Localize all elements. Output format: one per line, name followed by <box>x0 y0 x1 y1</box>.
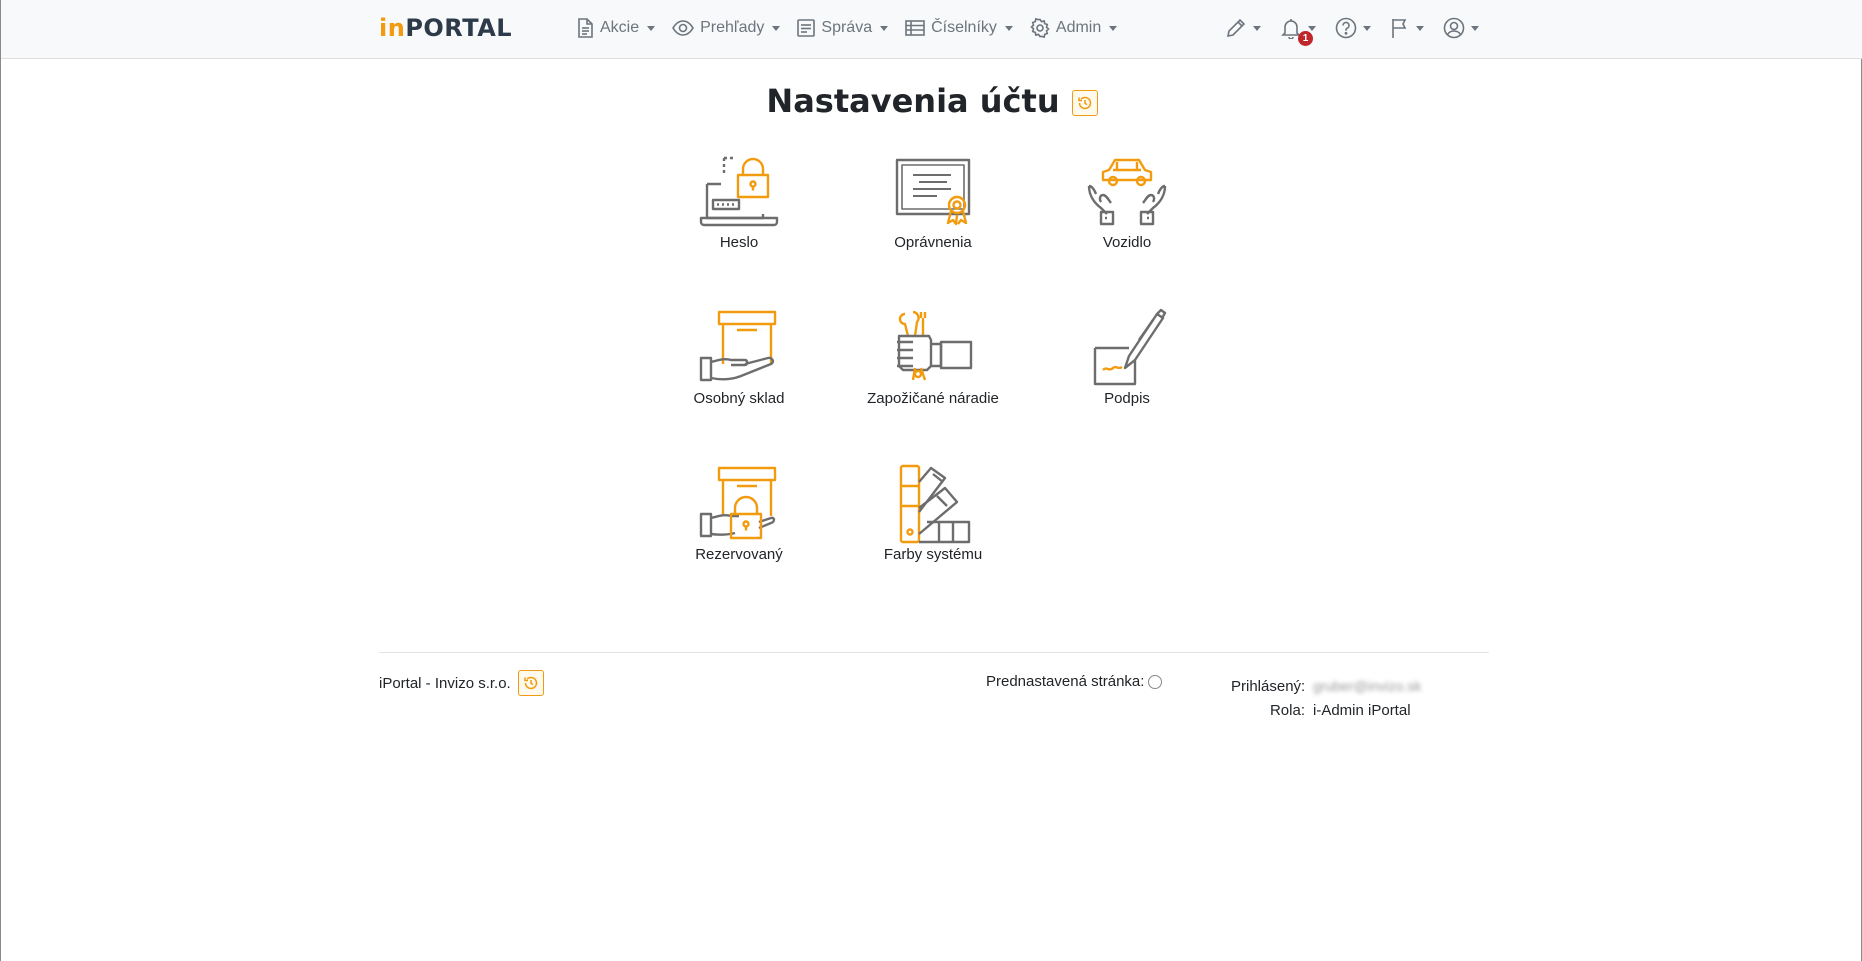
brand-suffix: PORTAL <box>405 14 513 42</box>
menu-prehlady-label: Prehľady <box>700 19 765 36</box>
history-button[interactable] <box>1071 90 1098 116</box>
default-page-radio[interactable] <box>1148 674 1163 689</box>
menu-admin-label: Admin <box>1055 19 1102 36</box>
tile-osobny-sklad[interactable]: Osobný sklad <box>642 306 836 462</box>
chevron-down-icon <box>1253 25 1261 31</box>
notifications-menu[interactable]: 1 <box>1280 14 1316 46</box>
role-value: i-Admin iPortal <box>1313 701 1411 719</box>
tile-farby-systemu-label: Farby systému <box>883 546 983 563</box>
notification-badge: 1 <box>1298 31 1313 46</box>
logged-user-value: gruber@invizo.sk <box>1313 678 1422 694</box>
list-document-icon <box>797 19 816 37</box>
default-page-setting: Prednastavená stránka: <box>986 673 1163 690</box>
tile-podpis-label: Podpis <box>1104 390 1150 407</box>
chevron-down-icon <box>1308 25 1316 31</box>
user-menu[interactable] <box>1443 14 1479 42</box>
footer-history-button[interactable] <box>517 670 544 696</box>
car-hands-icon <box>1087 158 1167 226</box>
chevron-down-icon <box>880 25 889 31</box>
brand-logo[interactable]: inPORTAL <box>379 14 512 42</box>
menu-akcie-label: Akcie <box>600 19 640 36</box>
laptop-lock-icon <box>699 156 779 227</box>
color-swatch-icon <box>899 464 971 544</box>
user-circle-icon <box>1443 17 1465 39</box>
chevron-down-icon <box>772 25 781 31</box>
brand-prefix: in <box>379 14 406 42</box>
page-title: Nastavenia účtu <box>766 82 1060 120</box>
chevron-down-icon <box>1363 25 1371 31</box>
logged-label: Prihlásený: <box>1231 677 1306 695</box>
history-icon <box>1077 96 1091 110</box>
top-navbar: inPORTAL Akcie Prehľady Správa Číselníky… <box>1 0 1862 59</box>
eye-icon <box>672 20 695 36</box>
chevron-down-icon <box>647 25 656 31</box>
pen-signature-icon <box>1093 308 1167 386</box>
box-lock-icon <box>699 466 777 540</box>
settings-tiles: Heslo Oprávnenia Vozidlo Osobný sklad Za… <box>2 150 1862 618</box>
chevron-down-icon <box>1416 25 1424 31</box>
chevron-down-icon <box>1471 25 1479 31</box>
tile-opravnenia[interactable]: Oprávnenia <box>836 150 1030 306</box>
box-hand-icon <box>699 310 777 382</box>
flag-icon <box>1392 19 1407 38</box>
help-menu[interactable] <box>1335 14 1371 42</box>
tools-hand-icon <box>897 310 973 381</box>
footer-divider <box>379 652 1489 653</box>
tile-zapozicane-naradie[interactable]: Zapožičané náradie <box>836 306 1030 462</box>
tile-vozidlo[interactable]: Vozidlo <box>1030 150 1224 306</box>
menu-sprava[interactable]: Správa <box>797 16 889 40</box>
tile-osobny-sklad-label: Osobný sklad <box>693 390 785 407</box>
tile-zapozicane-naradie-label: Zapožičané náradie <box>867 390 999 407</box>
user-info: Prihlásený: gruber@invizo.sk Rola: i-Adm… <box>1231 674 1421 722</box>
footer-company: iPortal - Invizo s.r.o. <box>379 670 544 696</box>
tile-farby-systemu[interactable]: Farby systému <box>836 462 1030 618</box>
certificate-icon <box>895 158 971 226</box>
tile-rezervovany[interactable]: Rezervovaný <box>642 462 836 618</box>
gear-icon <box>1030 18 1050 38</box>
menu-sprava-label: Správa <box>821 19 873 36</box>
tile-podpis[interactable]: Podpis <box>1030 306 1224 462</box>
menu-admin[interactable]: Admin <box>1030 16 1118 40</box>
edit-menu[interactable] <box>1225 14 1261 42</box>
pencil-icon <box>1226 18 1246 38</box>
history-icon <box>523 676 537 690</box>
role-label: Rola: <box>1269 701 1305 719</box>
menu-ciselniky-label: Číselníky <box>931 19 997 36</box>
help-icon <box>1335 17 1357 39</box>
menu-ciselniky[interactable]: Číselníky <box>905 16 1013 40</box>
document-icon <box>578 18 593 38</box>
chevron-down-icon <box>1109 25 1118 31</box>
tile-vozidlo-label: Vozidlo <box>1102 234 1152 251</box>
main-menu: Akcie Prehľady Správa Číselníky Admin <box>576 16 1134 40</box>
tile-rezervovany-label: Rezervovaný <box>695 546 783 563</box>
menu-akcie[interactable]: Akcie <box>576 16 656 40</box>
company-name: iPortal - Invizo s.r.o. <box>379 674 511 692</box>
default-page-label: Prednastavená stránka: <box>986 673 1145 690</box>
tile-heslo[interactable]: Heslo <box>642 150 836 306</box>
right-toolbar: 1 <box>1225 14 1498 46</box>
tile-heslo-label: Heslo <box>719 234 759 251</box>
menu-prehlady[interactable]: Prehľady <box>672 16 781 40</box>
page-header: Nastavenia účtu <box>1 82 1862 120</box>
chevron-down-icon <box>1004 25 1013 31</box>
tile-opravnenia-label: Oprávnenia <box>894 234 972 251</box>
table-icon <box>905 20 925 36</box>
language-menu[interactable] <box>1390 14 1424 42</box>
